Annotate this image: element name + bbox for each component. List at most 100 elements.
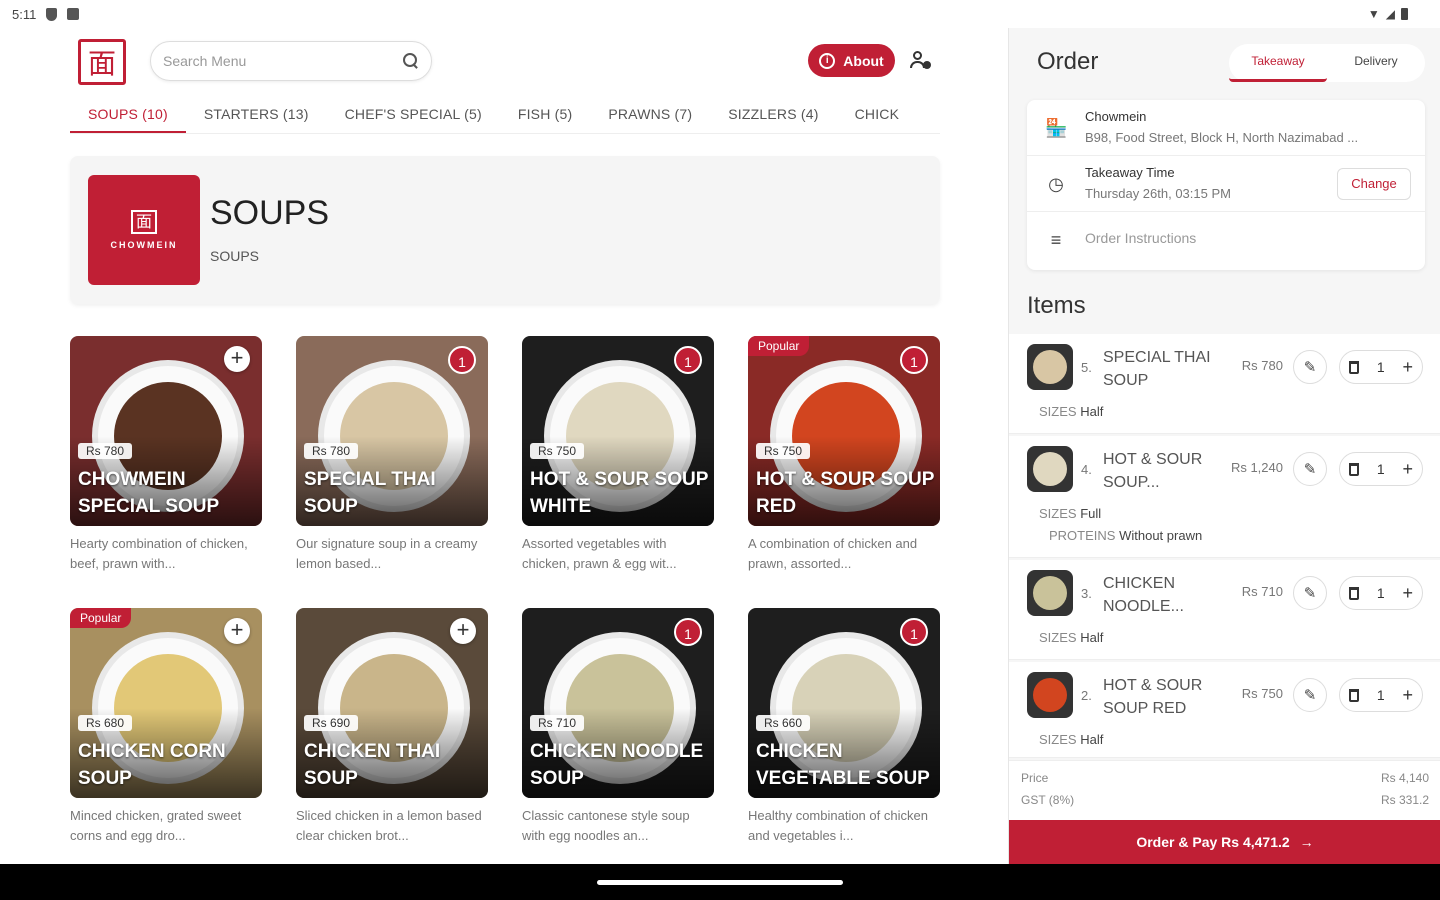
order-item: 4. HOT & SOUR SOUP... Rs 1,240 ✎ 1 + SIZES Ful… <box>1009 436 1440 558</box>
order-mode-tab[interactable]: Takeaway <box>1229 44 1327 82</box>
quantity-badge[interactable]: 1 <box>900 346 928 374</box>
section-logo-glyph: 面 <box>131 210 157 234</box>
trash-icon[interactable] <box>1348 688 1359 702</box>
section-logo-name: CHOWMEIN <box>110 240 178 250</box>
edit-item-button[interactable]: ✎ <box>1293 678 1327 712</box>
menu-item-card[interactable]: 1 Rs 780 SPECIAL THAI SOUP Our signature so… <box>296 336 488 574</box>
size-label: SIZES <box>1039 506 1077 521</box>
section-header: 面 CHOWMEIN SOUPS SOUPS <box>70 156 940 304</box>
order-instructions-input[interactable]: Order Instructions <box>1085 230 1196 246</box>
branch-row[interactable]: 🏪 Chowmein B98, Food Street, Block H, No… <box>1027 100 1425 156</box>
quantity-stepper[interactable]: 1 + <box>1339 576 1423 610</box>
section-title: SOUPS <box>210 194 330 232</box>
menu-pane: 面 i About SOUPS (10)STARTERS (13)CHEF'S … <box>0 28 1008 864</box>
add-item-button[interactable]: + <box>224 346 250 372</box>
order-item-qty: 1 <box>1376 585 1385 601</box>
menu-item-name: CHICKEN THAI SOUP <box>304 741 441 789</box>
plus-icon[interactable]: + <box>1403 583 1414 604</box>
protein-value: Without prawn <box>1119 528 1203 543</box>
menu-item-image[interactable]: 1 Rs 780 SPECIAL THAI SOUP <box>296 336 488 526</box>
status-bar: 5:11 ▼ ◢ <box>0 0 1440 28</box>
order-item-thumbnail <box>1027 344 1073 390</box>
about-button[interactable]: i About <box>808 44 895 77</box>
change-time-button[interactable]: Change <box>1337 168 1411 200</box>
menu-item-card[interactable]: Popular 1 Rs 750 HOT & SOUR SOUP RED A combi… <box>748 336 940 574</box>
menu-item-image[interactable]: + Rs 690 CHICKEN THAI SOUP <box>296 608 488 798</box>
menu-item-price: Rs 780 <box>304 443 359 459</box>
order-item-name: SPECIAL THAI SOUP <box>1103 349 1211 389</box>
order-totals: Price Rs 4,140 GST (8%) Rs 331.2 <box>1009 760 1440 820</box>
restaurant-logo[interactable]: 面 <box>78 39 126 85</box>
menu-item-image[interactable]: 1 Rs 750 HOT & SOUR SOUP WHITE <box>522 336 714 526</box>
menu-item-card[interactable]: 1 Rs 660 CHICKEN VEGETABLE SOUP Healthy com… <box>748 608 940 846</box>
menu-item-card[interactable]: 1 Rs 710 CHICKEN NOODLE SOUP Classic canton… <box>522 608 714 846</box>
quantity-badge[interactable]: 1 <box>674 346 702 374</box>
account-settings-icon[interactable] <box>910 50 932 72</box>
menu-item-image[interactable]: Popular + Rs 680 CHICKEN CORN SOUP <box>70 608 262 798</box>
search-bar[interactable] <box>150 41 432 81</box>
order-item-qty: 1 <box>1376 687 1385 703</box>
category-tab[interactable]: STARTERS (13) <box>186 100 327 133</box>
menu-item-image[interactable]: 1 Rs 660 CHICKEN VEGETABLE SOUP <box>748 608 940 798</box>
menu-item-name: CHICKEN NOODLE SOUP <box>530 741 704 789</box>
order-item-size: SIZES Full <box>1039 506 1101 521</box>
menu-item-card[interactable]: 1 Rs 750 HOT & SOUR SOUP WHITE Assorted veg… <box>522 336 714 574</box>
about-label: About <box>843 52 884 69</box>
home-gesture-handle[interactable] <box>597 880 843 885</box>
trash-icon[interactable] <box>1348 586 1359 600</box>
category-tab[interactable]: SOUPS (10) <box>70 100 186 133</box>
logo-glyph: 面 <box>87 47 116 80</box>
menu-item-name: CHICKEN VEGETABLE SOUP <box>756 741 930 789</box>
quantity-badge[interactable]: 1 <box>448 346 476 374</box>
status-time: 5:11 <box>12 6 37 22</box>
menu-item-description: Healthy combination of chicken and veget… <box>748 808 928 843</box>
order-mode-tab[interactable]: Delivery <box>1327 44 1425 82</box>
quantity-badge[interactable]: 1 <box>900 618 928 646</box>
trash-icon[interactable] <box>1348 462 1359 476</box>
category-tab[interactable]: CHEF'S SPECIAL (5) <box>327 100 500 133</box>
quantity-stepper[interactable]: 1 + <box>1339 350 1423 384</box>
battery-icon <box>1401 8 1408 20</box>
add-item-button[interactable]: + <box>450 618 476 644</box>
search-icon[interactable] <box>403 53 419 69</box>
branch-address: B98, Food Street, Block H, North Nazimab… <box>1085 130 1359 145</box>
order-item-index: 5. <box>1081 360 1092 375</box>
menu-item-description: Sliced chicken in a lemon based clear ch… <box>296 808 482 843</box>
size-label: SIZES <box>1039 404 1077 419</box>
order-pay-button[interactable]: Order & Pay Rs 4,471.2 → <box>1009 820 1440 864</box>
plus-icon[interactable]: + <box>1403 685 1414 706</box>
menu-item-image[interactable]: Popular 1 Rs 750 HOT & SOUR SOUP RED <box>748 336 940 526</box>
order-item-size: SIZES Half <box>1039 404 1103 419</box>
add-item-button[interactable]: + <box>224 618 250 644</box>
menu-item-card[interactable]: + Rs 690 CHICKEN THAI SOUP Sliced chicken i… <box>296 608 488 846</box>
menu-item-card[interactable]: + Rs 780 CHOWMEIN SPECIAL SOUP Hearty combi… <box>70 336 262 574</box>
quantity-stepper[interactable]: 1 + <box>1339 678 1423 712</box>
menu-item-name: HOT & SOUR SOUP RED <box>756 469 935 517</box>
quantity-badge[interactable]: 1 <box>674 618 702 646</box>
category-tab[interactable]: SIZZLERS (4) <box>710 100 836 133</box>
section-logo: 面 CHOWMEIN <box>88 175 200 285</box>
order-item: 3. CHICKEN NOODLE... Rs 710 ✎ 1 + SIZES Half <box>1009 560 1440 660</box>
menu-item-image[interactable]: 1 Rs 710 CHICKEN NOODLE SOUP <box>522 608 714 798</box>
size-value: Half <box>1080 630 1104 645</box>
quantity-stepper[interactable]: 1 + <box>1339 452 1423 486</box>
menu-item-name: HOT & SOUR SOUP WHITE <box>530 469 709 517</box>
search-input[interactable] <box>163 53 403 69</box>
order-instructions-row[interactable]: ≡ Order Instructions <box>1027 212 1425 268</box>
category-tab[interactable]: CHICK <box>837 100 918 133</box>
category-tab[interactable]: PRAWNS (7) <box>590 100 710 133</box>
edit-item-button[interactable]: ✎ <box>1293 576 1327 610</box>
plus-icon[interactable]: + <box>1403 357 1414 378</box>
order-mode-tabs: Takeaway Delivery <box>1229 44 1425 82</box>
navigation-bar <box>0 864 1440 900</box>
edit-item-button[interactable]: ✎ <box>1293 350 1327 384</box>
menu-item-description: Classic cantonese style soup with egg no… <box>522 808 690 843</box>
menu-item-card[interactable]: Popular + Rs 680 CHICKEN CORN SOUP Minced ch… <box>70 608 262 846</box>
category-tab[interactable]: FISH (5) <box>500 100 591 133</box>
edit-item-button[interactable]: ✎ <box>1293 452 1327 486</box>
menu-item-price: Rs 660 <box>756 715 811 731</box>
menu-item-image[interactable]: + Rs 780 CHOWMEIN SPECIAL SOUP <box>70 336 262 526</box>
order-item-index: 4. <box>1081 462 1092 477</box>
plus-icon[interactable]: + <box>1403 459 1414 480</box>
trash-icon[interactable] <box>1348 360 1359 374</box>
